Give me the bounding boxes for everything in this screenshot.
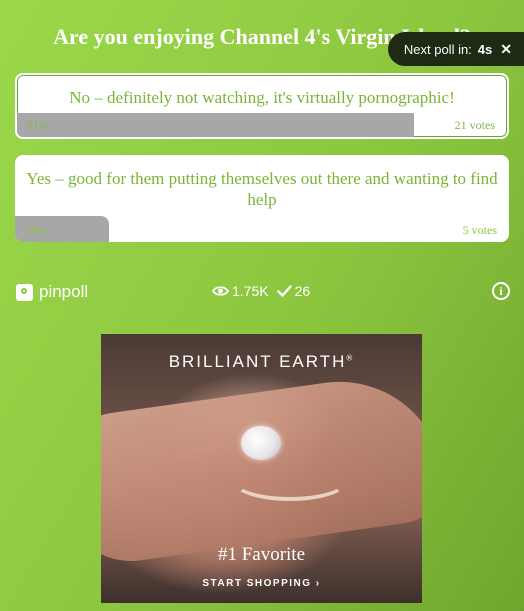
registered-mark: ® <box>346 353 355 363</box>
answer-votes: 5 votes <box>462 223 497 237</box>
next-poll-seconds: 4s <box>477 41 493 57</box>
pinpoll-logo-icon <box>16 283 33 301</box>
votes-count: 26 <box>294 283 311 299</box>
poll-footer: pinpoll 1.75K 26 i <box>0 280 524 304</box>
pinpoll-brand[interactable]: pinpoll <box>16 282 88 302</box>
answer-text: No – definitely not watching, it's virtu… <box>69 88 455 107</box>
result-bar <box>17 113 414 137</box>
ad-brand: BRILLIANT EARTH® <box>101 352 422 372</box>
answer-text: Yes – good for them putting themselves o… <box>26 169 498 209</box>
info-icon[interactable]: i <box>492 282 510 300</box>
ad-brand-name: BRILLIANT EARTH <box>168 352 347 371</box>
poll-answer-2[interactable]: Yes – good for them putting themselves o… <box>15 155 509 242</box>
eye-icon <box>212 286 229 296</box>
next-poll-timer: Next poll in: 4s ✕ <box>387 32 524 66</box>
brand-name: pinpoll <box>39 282 89 301</box>
ring-band-image <box>231 459 349 501</box>
start-shopping-link[interactable]: START SHOPPING › <box>101 578 422 589</box>
close-icon[interactable]: ✕ <box>500 41 512 58</box>
check-icon <box>276 285 292 297</box>
answer-votes: 21 votes <box>454 118 495 132</box>
answer-percent: 19% <box>25 223 47 237</box>
poll-stats: 1.75K 26 <box>212 283 310 299</box>
views-count: 1.75K <box>232 283 269 299</box>
advertisement[interactable]: BRILLIANT EARTH® #1 Favorite START SHOPP… <box>101 334 422 603</box>
ad-headline: #1 Favorite <box>217 544 306 565</box>
diamond-image <box>241 426 281 460</box>
poll-answer-1[interactable]: No – definitely not watching, it's virtu… <box>15 73 509 139</box>
next-poll-label: Next poll in: <box>403 41 472 57</box>
answer-percent: 81% <box>27 118 49 132</box>
